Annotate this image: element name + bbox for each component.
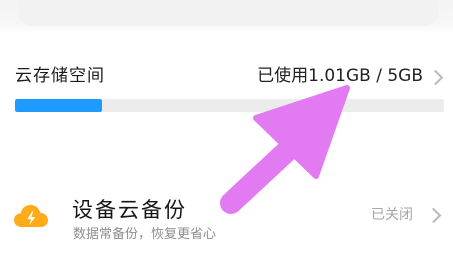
storage-progress-fill (15, 99, 102, 112)
cloud-storage-row[interactable]: 云存储空间 已使用1.01GB / 5GB (0, 58, 453, 120)
device-backup-subtitle: 数据常备份，恢复更省心 (73, 227, 217, 242)
storage-progress-bar (15, 99, 444, 112)
device-backup-title: 设备云备份 (72, 198, 187, 222)
cloud-storage-usage: 已使用1.01GB / 5GB (257, 66, 423, 86)
cloud-storage-title: 云存储空间 (15, 66, 105, 86)
chevron-right-icon[interactable] (425, 207, 442, 224)
previous-card-surface (18, 0, 439, 26)
device-backup-row[interactable]: 设备云备份 数据常备份，恢复更省心 已关闭 (0, 190, 453, 252)
device-backup-status: 已关闭 (371, 207, 413, 223)
previous-card-edge (0, 0, 453, 34)
cloud-lightning-icon (14, 205, 48, 227)
chevron-right-icon[interactable] (427, 69, 444, 86)
